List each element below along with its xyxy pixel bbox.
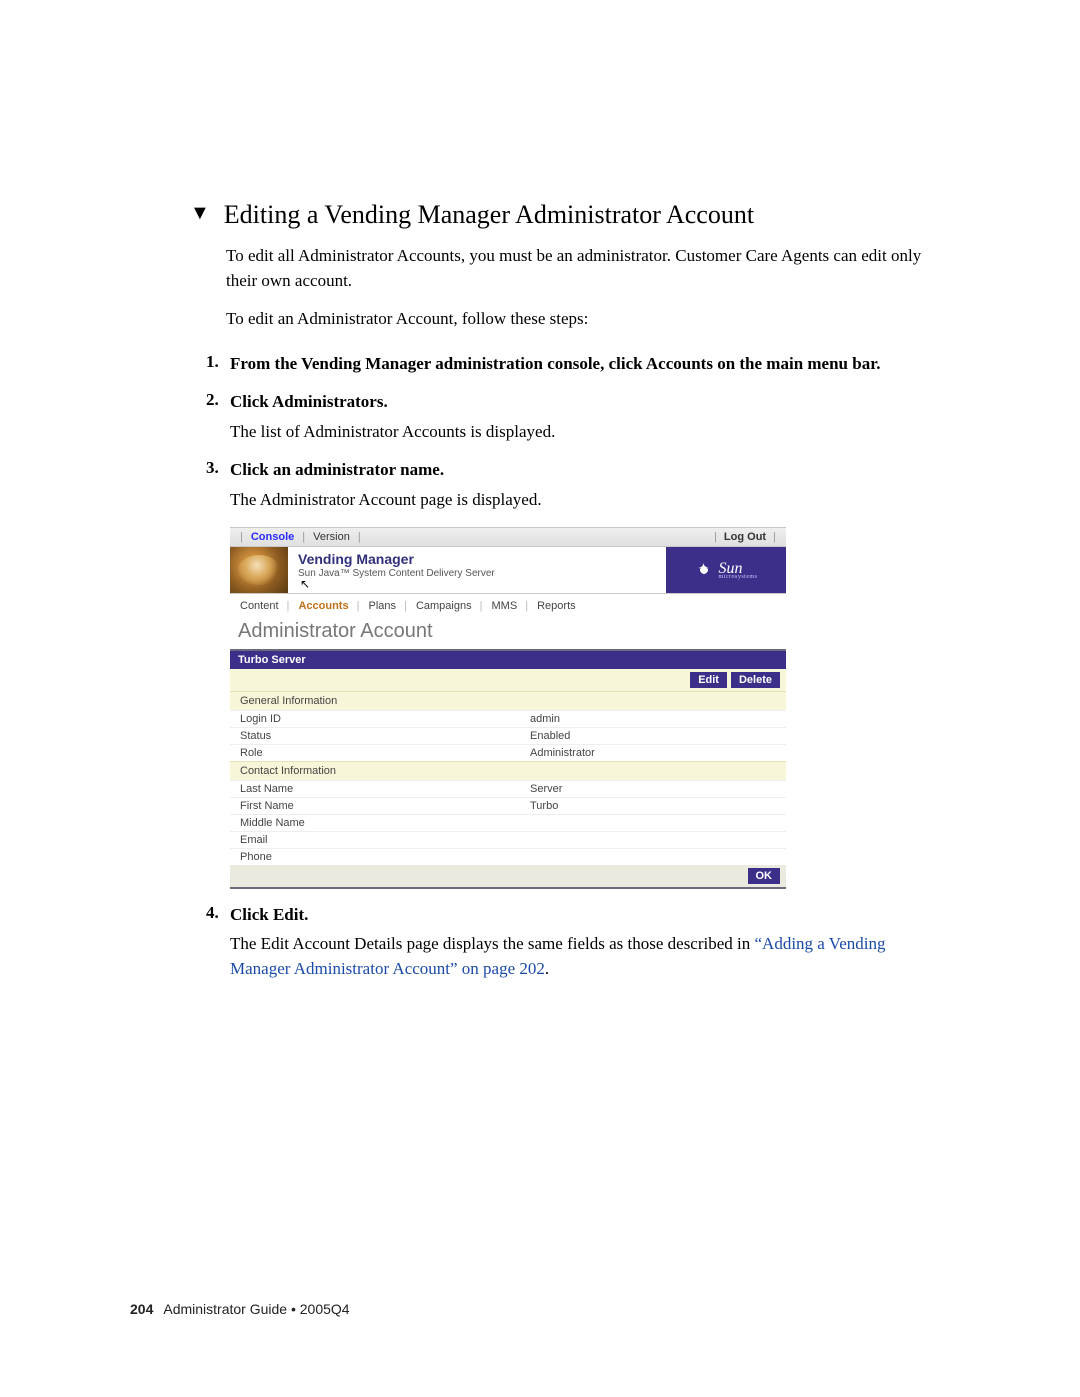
value xyxy=(530,817,776,829)
step-title: Click an administrator name. xyxy=(230,458,936,482)
page: ▼ Editing a Vending Manager Administrato… xyxy=(0,0,1080,1397)
row-middle-name: Middle Name xyxy=(230,814,786,831)
nav-reports[interactable]: Reports xyxy=(537,600,576,612)
block-titlebar: Turbo Server xyxy=(230,651,786,669)
step-title: From the Vending Manager administration … xyxy=(230,352,936,376)
edit-button[interactable]: Edit xyxy=(690,672,727,688)
header-logo-image xyxy=(230,547,288,593)
steps-list: From the Vending Manager administration … xyxy=(206,352,936,982)
nav-accounts[interactable]: Accounts xyxy=(298,600,348,612)
step-title: Click Edit. xyxy=(230,903,936,927)
intro-paragraph-2: To edit an Administrator Account, follow… xyxy=(226,307,936,332)
step-title: Click Administrators. xyxy=(230,390,936,414)
row-email: Email xyxy=(230,831,786,848)
row-first-name: First NameTurbo xyxy=(230,797,786,814)
brand-block: Sun microsystems xyxy=(666,547,786,593)
divider: | xyxy=(302,531,305,543)
row-last-name: Last NameServer xyxy=(230,780,786,797)
label: Email xyxy=(240,834,530,846)
page-number: 204 xyxy=(130,1301,153,1317)
divider: | xyxy=(714,531,717,543)
step-body: The Edit Account Details page displays t… xyxy=(230,932,936,981)
step-body: The Administrator Account page is displa… xyxy=(230,488,936,513)
step4-text: The Edit Account Details page displays t… xyxy=(230,934,755,953)
row-role: RoleAdministrator xyxy=(230,744,786,761)
app-topbar: | Console | Version | | Log Out | xyxy=(230,527,786,547)
app-title: Vending Manager xyxy=(298,551,656,567)
nav-mms[interactable]: MMS xyxy=(492,600,518,612)
label: Middle Name xyxy=(240,817,530,829)
row-login-id: Login IDadmin xyxy=(230,710,786,727)
sun-logo-icon xyxy=(695,561,713,579)
version-link[interactable]: Version xyxy=(313,531,350,543)
logout-link[interactable]: Log Out xyxy=(724,531,766,543)
value: Enabled xyxy=(530,730,776,742)
triangle-down-icon: ▼ xyxy=(190,203,210,223)
page-footer: 204 Administrator Guide • 2005Q4 xyxy=(130,1301,350,1317)
step-body: The list of Administrator Accounts is di… xyxy=(230,420,936,445)
row-status: StatusEnabled xyxy=(230,727,786,744)
nav-campaigns[interactable]: Campaigns xyxy=(416,600,472,612)
app-screenshot: | Console | Version | | Log Out | xyxy=(230,527,786,889)
header-title-area: Vending Manager Sun Java™ System Content… xyxy=(288,547,666,593)
value xyxy=(530,851,776,863)
app-header: Vending Manager Sun Java™ System Content… xyxy=(230,547,786,594)
value xyxy=(530,834,776,846)
delete-button[interactable]: Delete xyxy=(731,672,780,688)
divider: | xyxy=(773,531,776,543)
label: Phone xyxy=(240,851,530,863)
block-toolbar: Edit Delete xyxy=(230,669,786,691)
footer-text: Administrator Guide • 2005Q4 xyxy=(163,1301,349,1317)
nav-plans[interactable]: Plans xyxy=(369,600,397,612)
step-3: Click an administrator name. The Adminis… xyxy=(206,458,936,888)
label: Last Name xyxy=(240,783,530,795)
divider: | xyxy=(240,531,243,543)
value: Turbo xyxy=(530,800,776,812)
value: Administrator xyxy=(530,747,776,759)
step-4: Click Edit. The Edit Account Details pag… xyxy=(206,903,936,982)
console-link[interactable]: Console xyxy=(251,531,294,543)
brand-sub: microsystems xyxy=(719,574,758,580)
nav-content[interactable]: Content xyxy=(240,600,279,612)
section-head-general: General Information xyxy=(230,691,786,710)
label: Login ID xyxy=(240,713,530,725)
app-subtitle: Sun Java™ System Content Delivery Server xyxy=(298,568,656,579)
account-block: Turbo Server Edit Delete General Informa… xyxy=(230,649,786,889)
section-head-contact: Contact Information xyxy=(230,761,786,780)
divider: | xyxy=(358,531,361,543)
step4-tail: . xyxy=(545,959,549,978)
label: Role xyxy=(240,747,530,759)
intro-paragraph-1: To edit all Administrator Accounts, you … xyxy=(226,244,936,293)
app-nav: Content| Accounts| Plans| Campaigns| MMS… xyxy=(230,594,786,616)
row-phone: Phone xyxy=(230,848,786,865)
value: admin xyxy=(530,713,776,725)
step-1: From the Vending Manager administration … xyxy=(206,352,936,376)
app-page-title: Administrator Account xyxy=(230,616,786,649)
value: Server xyxy=(530,783,776,795)
ok-button[interactable]: OK xyxy=(748,868,781,884)
label: First Name xyxy=(240,800,530,812)
section-title: Editing a Vending Manager Administrator … xyxy=(224,200,754,230)
cursor-icon: ↖ xyxy=(300,577,310,591)
step-2: Click Administrators. The list of Admini… xyxy=(206,390,936,444)
block-footer: OK xyxy=(230,865,786,887)
section-heading: ▼ Editing a Vending Manager Administrato… xyxy=(190,200,950,230)
label: Status xyxy=(240,730,530,742)
